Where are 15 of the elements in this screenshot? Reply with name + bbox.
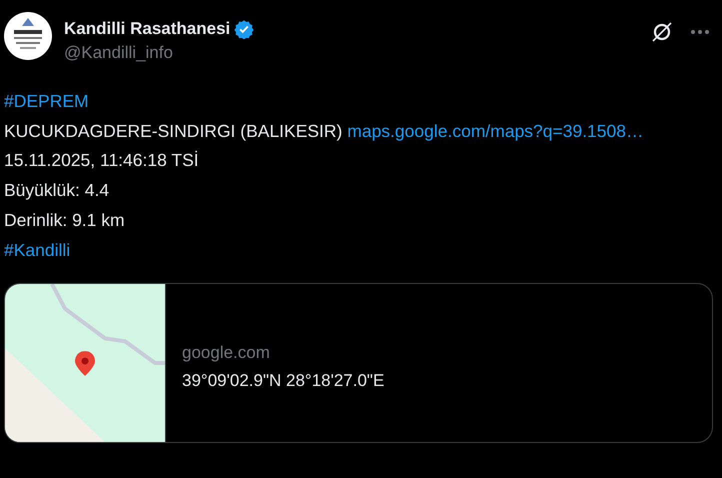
author-handle[interactable]: @Kandilli_info: [64, 40, 254, 65]
link-card[interactable]: google.com 39°09'02.9"N 28°18'27.0"E: [4, 283, 713, 444]
tweet-text: 15.11.2025, 11:46:18 TSİ: [4, 149, 199, 172]
more-icon[interactable]: [690, 28, 710, 36]
tweet-text: Derinlik: 9.1 km: [4, 208, 125, 232]
card-domain: google.com: [182, 342, 271, 364]
map-link[interactable]: maps.google.com/maps?q=39.1508…: [347, 120, 644, 141]
hashtag-link[interactable]: #DEPREM: [4, 87, 89, 117]
card-title: 39°09'02.9"N 28°18'27.0"E: [182, 370, 384, 392]
hashtag-link[interactable]: #Kandilli: [4, 236, 70, 266]
avatar[interactable]: [4, 12, 52, 60]
tweet-text: Büyüklük: 4.4: [4, 179, 110, 202]
location-text: KUCUKDAGDERE-SINDIRGI (BALIKESIR) maps.google.com/maps?q=39.1508…: [4, 120, 644, 143]
author-name[interactable]: Kandilli Rasathanesi: [64, 16, 230, 42]
grok-icon[interactable]: [650, 20, 674, 44]
